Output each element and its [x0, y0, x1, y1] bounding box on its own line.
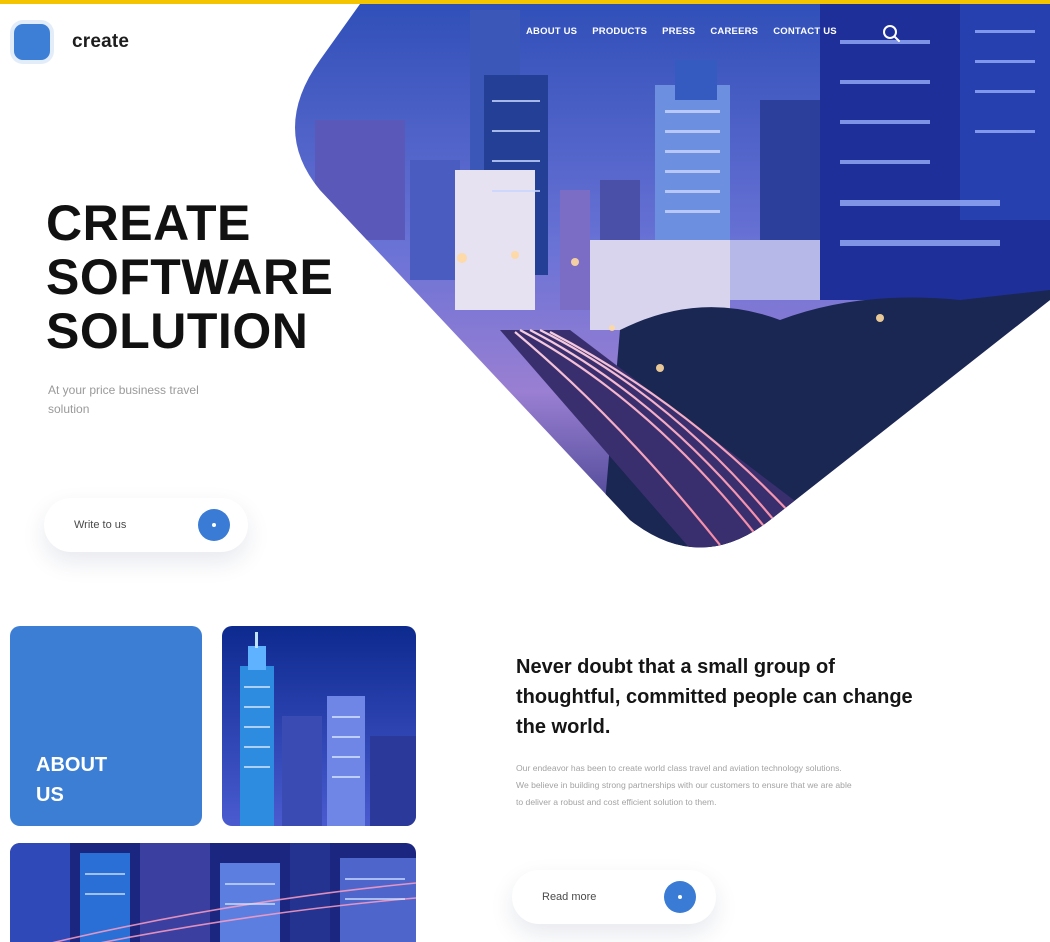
nav-about-us[interactable]: ABOUT US: [526, 26, 577, 37]
hero-subtitle: At your price business travel solution: [48, 383, 199, 416]
nav-press[interactable]: PRESS: [662, 26, 695, 37]
arrow-dot-icon: [664, 881, 696, 913]
about-body-text: Our endeavor has been to create world cl…: [516, 763, 852, 807]
hero-title-line: SOLUTION: [46, 303, 309, 359]
main-nav: ABOUT US PRODUCTS PRESS CAREERS CONTACT …: [526, 26, 837, 37]
about-us-tile[interactable]: ABOUT US: [10, 626, 202, 826]
city-tower-image: [222, 626, 416, 826]
hero-title-line: CREATE: [46, 195, 251, 251]
nav-contact-us[interactable]: CONTACT US: [773, 26, 837, 37]
read-more-label: Read more: [542, 891, 597, 903]
logo-icon: [14, 24, 50, 60]
about-quote-heading: Never doubt that a small group of though…: [516, 656, 913, 738]
city-night-image: [10, 843, 416, 942]
brand-name: create: [72, 31, 130, 52]
write-to-us-button[interactable]: Write to us: [44, 498, 248, 552]
hero-title-line: SOFTWARE: [46, 249, 334, 305]
write-to-us-label: Write to us: [74, 519, 127, 531]
read-more-button[interactable]: Read more: [512, 870, 716, 924]
about-us-label: ABOUT US: [36, 750, 126, 810]
about-us-text: ABOUT US: [36, 754, 108, 806]
search-icon[interactable]: [880, 22, 902, 44]
arrow-dot-icon: [198, 509, 230, 541]
nav-careers[interactable]: CAREERS: [710, 26, 758, 37]
brand-logo[interactable]: create: [14, 24, 129, 60]
nav-products[interactable]: PRODUCTS: [592, 26, 647, 37]
hero-title: CREATE SOFTWARE SOLUTION: [46, 196, 333, 358]
